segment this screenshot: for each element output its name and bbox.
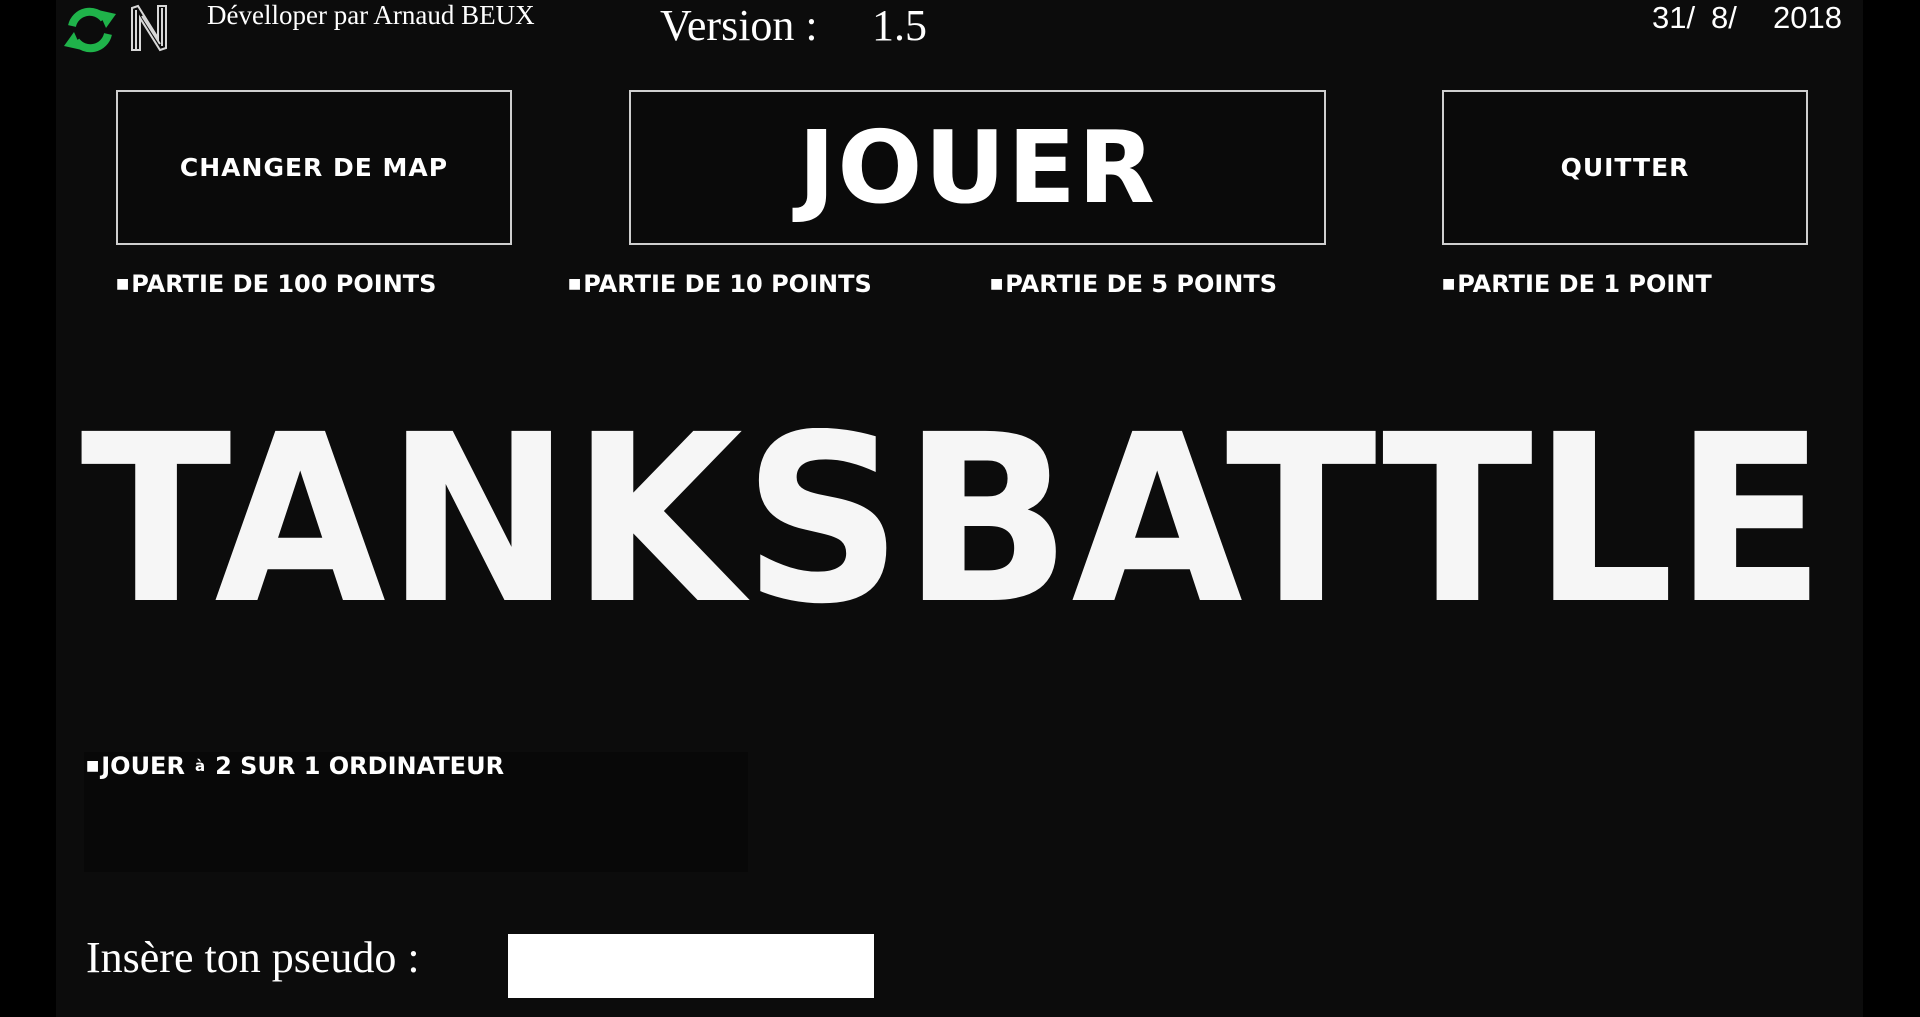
refresh-icon[interactable]	[60, 4, 120, 56]
square-bullet-icon: ■	[1442, 276, 1456, 292]
change-map-button[interactable]: Changer de map	[116, 90, 512, 245]
square-bullet-icon: ■	[86, 758, 100, 774]
date-day: 31/	[1652, 0, 1696, 35]
two-player-label-3: 2 sur 1 ordinateur	[215, 752, 505, 780]
quit-label: Quitter	[1560, 153, 1690, 182]
pseudo-label: Insère ton pseudo :	[86, 933, 420, 982]
change-map-label: Changer de map	[179, 153, 449, 182]
date-month: 8/	[1711, 0, 1737, 35]
version-label: Version :	[660, 1, 818, 50]
option-10-points[interactable]: ■ Partie de 10 points	[568, 270, 872, 298]
square-bullet-icon: ■	[116, 276, 130, 292]
version-value: 1.5	[872, 1, 927, 50]
pseudo-input[interactable]	[508, 934, 874, 998]
option-1-point[interactable]: ■ Partie de 1 point	[1442, 270, 1712, 298]
n-logo-icon	[131, 4, 167, 52]
date-year: 2018	[1773, 0, 1842, 35]
option-label: Partie de 100 points	[131, 270, 437, 298]
quit-button[interactable]: Quitter	[1442, 90, 1808, 245]
option-label: Partie de 10 points	[583, 270, 872, 298]
game-title: TANKSBATTLE	[81, 428, 1826, 608]
developer-credit: Dévelloper par Arnaud BEUX	[207, 0, 535, 30]
two-player-label-2: à	[194, 757, 206, 775]
option-label: Partie de 5 points	[1005, 270, 1278, 298]
play-button[interactable]: jouer	[629, 90, 1326, 245]
square-bullet-icon: ■	[568, 276, 582, 292]
square-bullet-icon: ■	[990, 276, 1004, 292]
option-label: Partie de 1 point	[1457, 270, 1712, 298]
two-player-option[interactable]: ■ Jouer à 2 sur 1 ordinateur	[86, 752, 504, 780]
game-title-text: TANKSBATTLE	[81, 428, 1826, 608]
two-player-label-1: Jouer	[101, 752, 185, 780]
option-5-points[interactable]: ■ Partie de 5 points	[990, 270, 1277, 298]
play-label: jouer	[798, 109, 1157, 226]
option-100-points[interactable]: ■ Partie de 100 points	[116, 270, 436, 298]
